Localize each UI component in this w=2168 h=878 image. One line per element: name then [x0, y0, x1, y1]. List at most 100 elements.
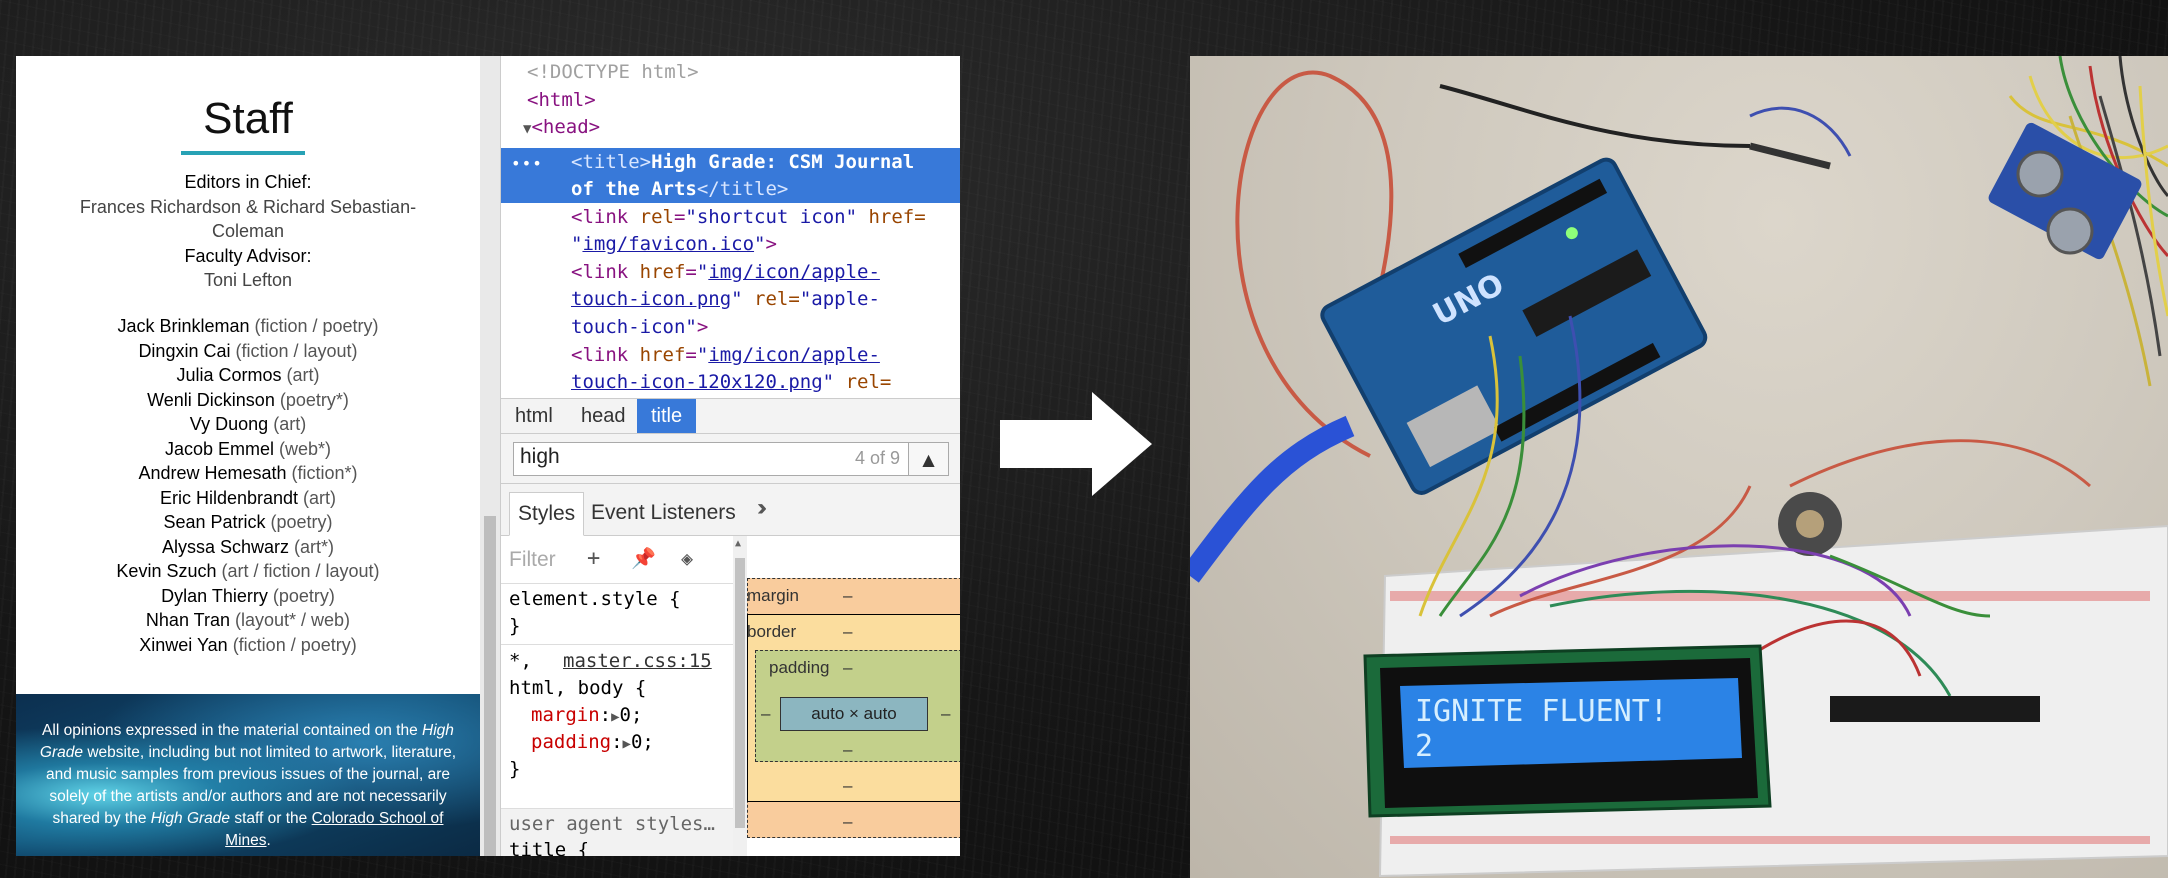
staff-member: Xinwei Yan (fiction / poetry) [139, 634, 357, 655]
roles-block: Editors in Chief: Frances Richardson & R… [16, 170, 480, 293]
dom-link-favicon-url[interactable]: "img/favicon.ico"> [571, 231, 777, 259]
styles-filter-row: Filter + 📌 ◈ [501, 536, 733, 584]
margin-label: margin [747, 586, 799, 605]
lcd-line-2: 2 [1415, 729, 1433, 764]
dom-head-node[interactable]: ▼<head> [523, 114, 600, 144]
role-label: Editors in Chief: [184, 172, 312, 192]
prop-padding[interactable]: padding:▶0; [531, 729, 654, 758]
page-scrollbar[interactable] [480, 56, 500, 856]
chevron-up-icon[interactable]: ▲ [909, 442, 949, 476]
more-tabs-icon[interactable]: ›› [757, 494, 767, 522]
tab-styles[interactable]: Styles [509, 492, 585, 536]
staff-member: Dylan Thierry (poetry) [161, 585, 335, 606]
staff-member: Jack Brinkleman (fiction / poetry) [117, 316, 379, 336]
box-content: auto × auto [780, 697, 928, 731]
usb-cable [1190, 415, 1355, 583]
staff-member: Alyssa Schwarz (art*) [161, 536, 335, 557]
dom-link-apple2-cont[interactable]: touch-icon-120x120.png" rel= [571, 369, 891, 397]
dom-html-node[interactable]: <html> [527, 87, 596, 115]
dom-link-favicon[interactable]: <link rel="shortcut icon" href= [571, 204, 926, 232]
filter-input[interactable]: Filter [509, 548, 556, 572]
border-value: – [843, 622, 853, 641]
ua-selector[interactable]: title { [509, 837, 589, 856]
website-page: Staff Editors in Chief: Frances Richards… [16, 56, 480, 856]
search-bar: high 4 of 9 ▲ [501, 434, 960, 484]
padding-value: – [843, 658, 853, 677]
prop-margin[interactable]: margin:▶0; [531, 702, 642, 731]
rule-source-link[interactable]: master.css:15 [563, 648, 712, 675]
lcd-module: IGNITE FLUENT! 2 [1363, 644, 1772, 818]
user-agent-styles: user agent styles… title { [501, 808, 733, 856]
dom-title-line2[interactable]: of the Arts</title> [571, 176, 788, 204]
crumb-html[interactable]: html [501, 399, 567, 433]
sidebar-tabs: Styles Event Listeners ›› [501, 484, 960, 536]
box-model-diagram: auto × auto margin – border – padding – … [747, 536, 960, 856]
margin-value: – [843, 586, 853, 605]
rule-element-style[interactable]: element.style { [509, 586, 681, 613]
site-footer: All opinions expressed in the material c… [16, 694, 480, 856]
add-rule-icon[interactable]: + [587, 546, 600, 571]
dom-link-apple1[interactable]: <link href="img/icon/apple- [571, 259, 880, 287]
ic-chip [1830, 696, 2040, 722]
arduino-photo: UNO IGNITE FLUENT! 2 [1190, 56, 2168, 878]
staff-member: Nhan Tran (layout* / web) [145, 610, 351, 630]
dom-link-apple1-cont[interactable]: touch-icon.png" rel="apple- [571, 286, 880, 314]
staff-member: Jacob Emmel (web*) [164, 438, 332, 459]
browser-screenshot: Staff Editors in Chief: Frances Richards… [16, 56, 960, 856]
arduino-uno-board: UNO [1320, 157, 1708, 495]
scrollbar-thumb[interactable] [484, 516, 496, 856]
styles-pane: Filter + 📌 ◈ element.style { } *, master… [501, 536, 747, 856]
crumb-title[interactable]: title [637, 399, 697, 433]
dom-link-apple2[interactable]: <link href="img/icon/apple- [571, 342, 880, 370]
toggle-state-icon[interactable]: ◈ [681, 546, 693, 570]
border-bottom-value: – [843, 776, 853, 795]
padding-bottom-value: – [843, 740, 853, 759]
dom-title-line1[interactable]: <title>High Grade: CSM Journal [571, 149, 914, 177]
ua-label: user agent styles… [509, 813, 715, 835]
search-input[interactable]: high 4 of 9 [513, 442, 909, 476]
scrollbar-thumb[interactable] [735, 558, 745, 828]
staff-member: Sean Patrick (poetry) [163, 512, 333, 532]
rule-divider [501, 644, 733, 645]
margin-bottom-value: – [843, 812, 853, 831]
staff-member: Eric Hildenbrandt (art) [159, 487, 337, 508]
rule-selector-2[interactable]: html, body { [509, 675, 646, 702]
padding-left-value: – [761, 704, 771, 723]
dom-doctype[interactable]: <!DOCTYPE html> [527, 59, 699, 87]
rule-selector[interactable]: *, [509, 648, 532, 675]
loose-wire [1439, 84, 1751, 148]
staff-member: Wenli Dickinson (poetry*) [147, 389, 349, 410]
title-underline [181, 151, 305, 155]
search-result-count: 4 of 9 [854, 448, 900, 468]
role-names: Frances Richardson & Richard Sebastian-C… [79, 196, 417, 242]
rule-close-brace: } [509, 758, 521, 780]
pin-icon[interactable]: 📌 [631, 546, 656, 570]
staff-member: Vy Duong (art) [189, 414, 307, 434]
role-names: Toni Lefton [203, 270, 293, 290]
crumb-head[interactable]: head [567, 399, 640, 433]
breadcrumb: html head title [501, 398, 960, 434]
role-label: Faculty Advisor: [184, 245, 312, 266]
page-title: Staff [203, 94, 293, 143]
dom-tree: <!DOCTYPE html> <html> ▼<head> ••• <titl… [501, 56, 960, 398]
lcd-line-1: IGNITE FLUENT! [1415, 694, 1668, 729]
staff-member: Kevin Szuch (art / fiction / layout) [116, 561, 380, 581]
staff-member: Julia Cormos (art) [176, 365, 320, 385]
more-icon[interactable]: ••• [511, 150, 543, 178]
styles-scrollbar[interactable]: ▲ [733, 536, 747, 856]
scroll-up-icon[interactable]: ▲ [735, 538, 741, 549]
rule-close-brace: } [509, 615, 521, 637]
devtools-panel: <!DOCTYPE html> <html> ▼<head> ••• <titl… [500, 56, 960, 856]
padding-right-value: – [941, 704, 951, 723]
arduino-scene: UNO IGNITE FLUENT! 2 [1190, 56, 2168, 878]
tab-event-listeners[interactable]: Event Listeners [583, 492, 744, 536]
dom-link-apple1-end[interactable]: touch-icon"> [571, 314, 708, 342]
staff-member: Andrew Hemesath (fiction*) [138, 463, 358, 483]
right-arrow-icon [1000, 392, 1152, 496]
wire-end [1749, 142, 1831, 170]
padding-label: padding [769, 658, 830, 677]
border-label: border [747, 622, 797, 641]
potentiometer [1778, 492, 1842, 556]
staff-list: Jack Brinkleman (fiction / poetry) Dingx… [16, 314, 480, 657]
staff-member: Dingxin Cai (fiction / layout) [138, 340, 358, 361]
